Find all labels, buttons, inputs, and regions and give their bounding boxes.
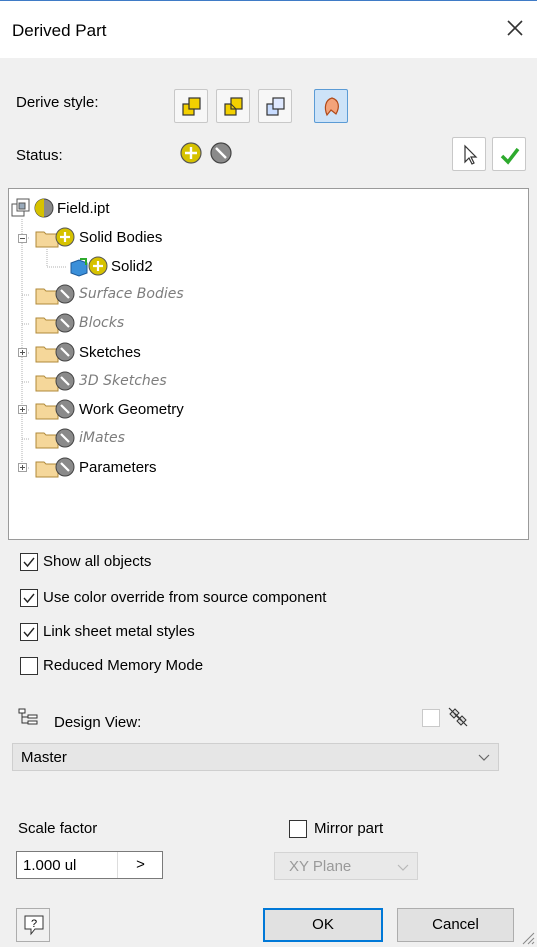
source-tree: Field.ipt Solid Bodies Solid2 Surface Bo… bbox=[8, 188, 529, 540]
help-icon: ? bbox=[24, 915, 44, 936]
design-view-icon bbox=[18, 708, 38, 725]
tree-item-label: 3D Sketches bbox=[79, 373, 167, 389]
tree-root-label: Field.ipt bbox=[57, 200, 110, 217]
tree-item-label: Blocks bbox=[79, 315, 125, 331]
derive-style-label: Derive style: bbox=[16, 94, 99, 111]
check-icon bbox=[23, 593, 35, 604]
scale-factor-value: 1.000 ul bbox=[23, 857, 77, 874]
exclude-status-icon[interactable] bbox=[209, 141, 233, 165]
solid-body-icon bbox=[70, 258, 88, 277]
tree-item-label: Surface Bodies bbox=[79, 286, 184, 302]
reduced-memory-label: Reduced Memory Mode bbox=[43, 657, 204, 674]
exclude-status-icon bbox=[55, 284, 75, 304]
exclude-status-icon bbox=[55, 313, 75, 333]
work-geometry-expand-toggle[interactable] bbox=[18, 405, 27, 414]
derive-single-solid-button[interactable] bbox=[174, 89, 208, 123]
chevron-down-icon bbox=[397, 864, 409, 871]
design-view-label: Design View: bbox=[54, 714, 142, 731]
tree-item-label: Sketches bbox=[79, 344, 141, 361]
cancel-button[interactable]: Cancel bbox=[397, 908, 514, 942]
close-icon[interactable] bbox=[500, 13, 530, 43]
show-all-objects-checkbox[interactable] bbox=[20, 553, 38, 571]
associative-checkbox[interactable] bbox=[422, 709, 440, 727]
tree-item-label: Parameters bbox=[79, 459, 157, 476]
part-file-icon bbox=[11, 198, 30, 217]
scale-factor-label: Scale factor bbox=[18, 820, 98, 837]
resize-grip-icon[interactable] bbox=[519, 929, 535, 945]
mirror-plane-dropdown[interactable]: XY Plane bbox=[274, 852, 418, 880]
check-icon bbox=[23, 627, 35, 638]
include-status-icon bbox=[88, 256, 108, 276]
derive-multiple-bodies-button[interactable] bbox=[258, 89, 292, 123]
link-chain-icon bbox=[448, 707, 468, 727]
solid-bodies-collapse-toggle[interactable] bbox=[18, 234, 27, 243]
tree-item-label: Solid2 bbox=[111, 258, 153, 275]
select-button[interactable] bbox=[452, 137, 486, 171]
scale-factor-input[interactable]: 1.000 ul > bbox=[16, 851, 163, 879]
color-override-label: Use color override from source component bbox=[43, 589, 327, 606]
sketches-expand-toggle[interactable] bbox=[18, 348, 27, 357]
help-button[interactable]: ? bbox=[16, 908, 50, 942]
exclude-status-icon bbox=[55, 428, 75, 448]
status-label: Status: bbox=[16, 147, 63, 164]
exclude-status-icon bbox=[55, 371, 75, 391]
reduced-memory-checkbox[interactable] bbox=[20, 657, 38, 675]
design-view-value: Master bbox=[21, 749, 67, 766]
tree-item-label: Solid Bodies bbox=[79, 229, 163, 246]
color-override-checkbox[interactable] bbox=[20, 589, 38, 607]
exclude-status-icon bbox=[55, 399, 75, 419]
exclude-status-icon bbox=[55, 342, 75, 362]
tree-item-label: iMates bbox=[79, 430, 125, 446]
parameters-expand-toggle[interactable] bbox=[18, 463, 27, 472]
pointer-icon bbox=[464, 144, 478, 165]
design-view-dropdown[interactable]: Master bbox=[12, 743, 499, 771]
link-sheet-metal-checkbox[interactable] bbox=[20, 623, 38, 641]
include-status-icon bbox=[55, 227, 75, 247]
solid-body-seams-icon bbox=[224, 97, 243, 116]
surface-body-icon bbox=[324, 97, 339, 117]
title-bar: Derived Part bbox=[0, 0, 537, 58]
single-solid-body-icon bbox=[182, 97, 201, 116]
dialog-title: Derived Part bbox=[12, 21, 107, 40]
partial-include-status-icon bbox=[34, 198, 54, 218]
scale-factor-expand-button[interactable]: > bbox=[117, 852, 163, 878]
show-all-objects-label: Show all objects bbox=[43, 553, 152, 570]
check-icon bbox=[23, 557, 35, 568]
chevron-down-icon bbox=[478, 754, 490, 761]
multiple-bodies-icon bbox=[266, 97, 285, 116]
exclude-status-icon bbox=[55, 457, 75, 477]
mirror-part-label: Mirror part bbox=[314, 820, 384, 837]
tree-item-label: Work Geometry bbox=[79, 401, 184, 418]
derive-solid-body-keep-seams-button[interactable] bbox=[216, 89, 250, 123]
derive-surface-button[interactable] bbox=[314, 89, 348, 123]
ok-button[interactable]: OK bbox=[263, 908, 383, 942]
include-status-icon[interactable] bbox=[179, 141, 203, 165]
mirror-part-checkbox[interactable] bbox=[289, 820, 307, 838]
checkmark-icon bbox=[500, 147, 520, 165]
link-sheet-metal-label: Link sheet metal styles bbox=[43, 623, 195, 640]
accept-button[interactable] bbox=[492, 137, 526, 171]
mirror-plane-value: XY Plane bbox=[289, 858, 352, 875]
help-glyph: ? bbox=[31, 918, 37, 930]
